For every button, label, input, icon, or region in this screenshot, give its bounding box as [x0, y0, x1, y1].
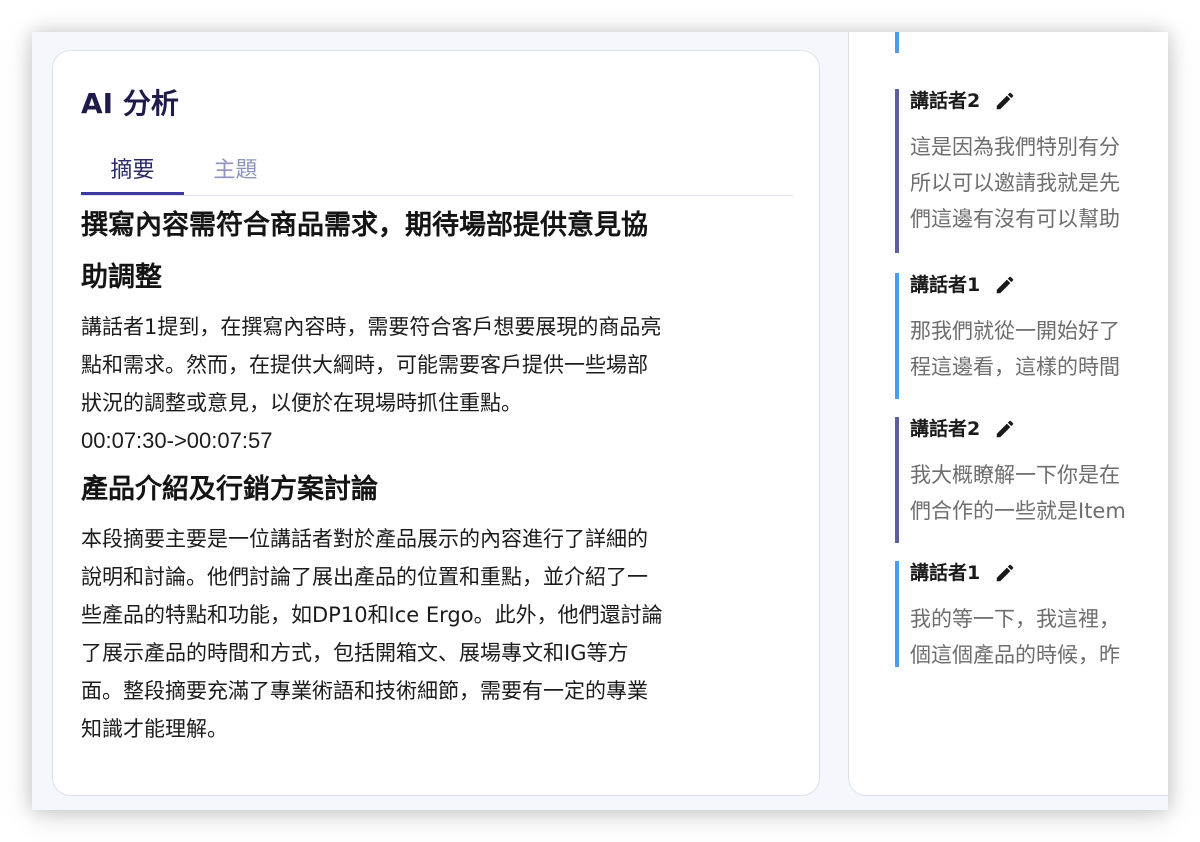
transcript-list[interactable]: 講話者2 這是因為我們特別有分 所以可以邀請我就是先 們這邊有沒有可以幫助 講話… — [895, 32, 1168, 667]
section-text-line: 面。整段摘要充滿了專業術語和技術細節，需要有一定的專業 — [81, 679, 648, 703]
transcript-line: 個這個產品的時候，昨 — [910, 643, 1120, 667]
transcript-line: 我的等一下，我這裡， — [910, 607, 1120, 631]
speaker-label: 講話者1 — [910, 273, 1168, 297]
section-title-line: 撰寫內容需符合商品需求，期待場部提供意見協 — [81, 210, 648, 241]
transcript-line: 程這邊看，這樣的時間 — [910, 355, 1120, 379]
transcript-entry: 講話者1 那我們就從一開始好了 程這邊看，這樣的時間 — [895, 273, 1168, 399]
transcript-panel[interactable]: 講話者2 這是因為我們特別有分 所以可以邀請我就是先 們這邊有沒有可以幫助 講話… — [848, 32, 1168, 796]
section-text-line: 些產品的特點和功能，如DP10和Ice Ergo。此外，他們還討論 — [81, 603, 663, 627]
pencil-icon[interactable] — [994, 274, 1016, 296]
speaker-name: 講話者2 — [910, 90, 981, 112]
speaker-label: 講話者2 — [910, 89, 1168, 113]
transcript-line: 們合作的一些就是Item — [910, 499, 1126, 523]
section-timecode[interactable]: 00:07:30->00:07:57 — [81, 422, 793, 460]
transcript-entry: 講話者2 我大概瞭解一下你是在 們合作的一些就是Item — [895, 417, 1168, 543]
transcript-line: 我大概瞭解一下你是在 — [910, 463, 1120, 487]
section-text: 講話者1提到，在撰寫內容時，需要符合客戶想要展現的商品亮 點和需求。然而，在提供… — [81, 308, 793, 422]
speaker-name: 講話者2 — [910, 418, 981, 440]
tab-summary[interactable]: 摘要 — [81, 153, 184, 195]
section-title-line: 產品介紹及行銷方案討論 — [81, 474, 378, 505]
section-text-line: 知識才能理解。 — [81, 717, 228, 741]
speaker-name: 講話者1 — [910, 274, 981, 296]
section-text-line: 點和需求。然而，在提供大綱時，可能需要客戶提供一些場部 — [81, 353, 648, 377]
section-text-line: 了展示產品的時間和方式，包括開箱文、展場專文和IG等方 — [81, 641, 629, 665]
section-text-line: 本段摘要主要是一位講話者對於產品展示的內容進行了詳細的 — [81, 527, 648, 551]
ai-panel-title: AI 分析 — [81, 87, 179, 120]
summary-section: 產品介紹及行銷方案討論 本段摘要主要是一位講話者對於產品展示的內容進行了詳細的 … — [81, 464, 793, 748]
transcript-entry-partial — [895, 32, 1168, 53]
transcript-line: 這是因為我們特別有分 — [910, 135, 1120, 159]
transcript-text: 我大概瞭解一下你是在 們合作的一些就是Item — [910, 457, 1168, 529]
section-title: 產品介紹及行銷方案討論 — [81, 464, 793, 516]
pencil-icon[interactable] — [994, 418, 1016, 440]
transcript-line: 那我們就從一開始好了 — [910, 319, 1120, 343]
section-title: 撰寫內容需符合商品需求，期待場部提供意見協 助調整 — [81, 200, 793, 304]
section-text: 本段摘要主要是一位講話者對於產品展示的內容進行了詳細的 說明和討論。他們討論了展… — [81, 520, 793, 748]
transcript-line: 們這邊有沒有可以幫助 — [910, 207, 1120, 231]
transcript-text: 這是因為我們特別有分 所以可以邀請我就是先 們這邊有沒有可以幫助 — [910, 129, 1168, 237]
pencil-icon[interactable] — [994, 90, 1016, 112]
speaker-name: 講話者1 — [910, 562, 981, 584]
summary-section: 撰寫內容需符合商品需求，期待場部提供意見協 助調整 講話者1提到，在撰寫內容時，… — [81, 200, 793, 460]
speaker-label: 講話者1 — [910, 561, 1168, 585]
ai-tabs: 摘要 主題 — [81, 153, 793, 196]
app-window: AI 分析 摘要 主題 撰寫內容需符合商品需求，期待場部提供意見協 助調整 講話… — [32, 32, 1168, 810]
transcript-entry: 講話者1 我的等一下，我這裡， 個這個產品的時候，昨 — [895, 561, 1168, 667]
transcript-entry: 講話者2 這是因為我們特別有分 所以可以邀請我就是先 們這邊有沒有可以幫助 — [895, 89, 1168, 253]
transcript-text: 我的等一下，我這裡， 個這個產品的時候，昨 — [910, 601, 1168, 667]
speaker-label: 講話者2 — [910, 417, 1168, 441]
tab-topics[interactable]: 主題 — [184, 153, 287, 195]
pencil-icon[interactable] — [994, 562, 1016, 584]
section-text-line: 講話者1提到，在撰寫內容時，需要符合客戶想要展現的商品亮 — [81, 315, 662, 339]
transcript-line: 所以可以邀請我就是先 — [910, 171, 1120, 195]
transcript-text: 那我們就從一開始好了 程這邊看，這樣的時間 — [910, 313, 1168, 385]
section-title-line: 助調整 — [81, 262, 162, 293]
section-text-line: 說明和討論。他們討論了展出產品的位置和重點，並介紹了一 — [81, 565, 648, 589]
section-text-line: 狀況的調整或意見，以便於在現場時抓住重點。 — [81, 391, 522, 415]
ai-analysis-panel: AI 分析 摘要 主題 撰寫內容需符合商品需求，期待場部提供意見協 助調整 講話… — [52, 50, 820, 796]
